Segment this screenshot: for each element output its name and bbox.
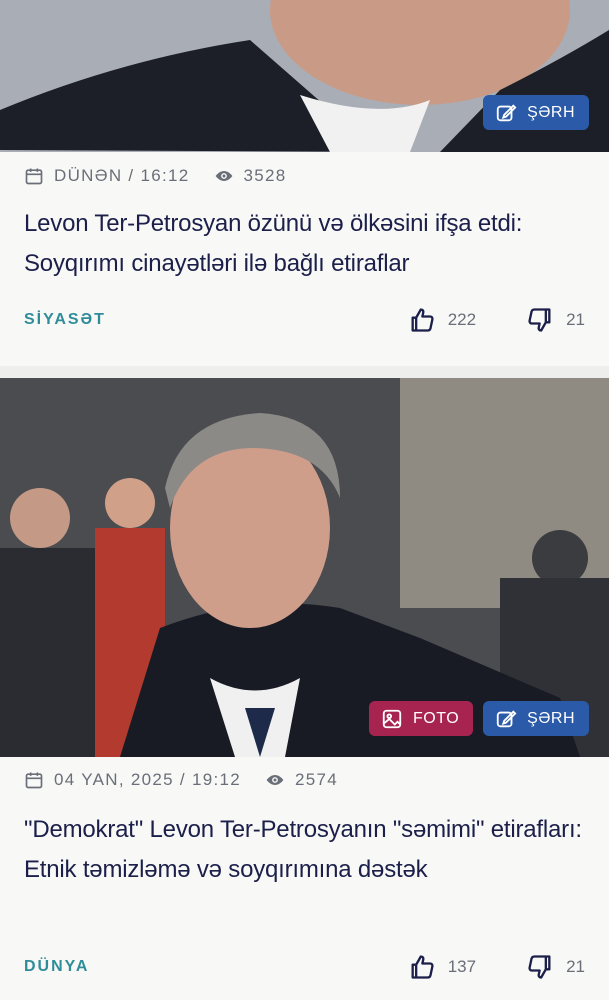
article-photo[interactable]: ŞƏRH: [0, 0, 609, 152]
article-date: DÜNƏN / 16:12: [54, 166, 190, 185]
comment-badge-label: ŞƏRH: [527, 103, 575, 121]
article-title[interactable]: Levon Ter-Petrosyan özünü və ölkəsini if…: [24, 204, 594, 284]
thumbs-down-icon: [528, 308, 551, 332]
article-meta: DÜNƏN / 16:12 3528: [24, 166, 287, 186]
article-views: 2574: [295, 770, 339, 789]
dislike-count: 21: [566, 310, 585, 329]
article-date: 04 YAN, 2025 / 19:12: [54, 770, 241, 789]
edit-square-icon: [497, 103, 517, 121]
like-count: 222: [447, 310, 477, 329]
thumbs-up-icon: [411, 308, 434, 332]
image-icon: [382, 709, 402, 728]
eye-icon: [266, 775, 284, 785]
like-button[interactable]: 222: [408, 306, 476, 334]
comment-badge[interactable]: ŞƏRH: [483, 701, 589, 736]
edit-square-icon: [497, 709, 517, 727]
dislike-button[interactable]: 21: [526, 953, 585, 981]
dislike-count: 21: [566, 957, 585, 976]
eye-icon: [215, 171, 232, 181]
article-meta: 04 YAN, 2025 / 19:12 2574: [24, 770, 338, 790]
comment-badge[interactable]: ŞƏRH: [483, 95, 589, 130]
article-photo[interactable]: FOTO ŞƏRH: [0, 378, 609, 757]
like-button[interactable]: 137: [408, 953, 476, 981]
article-views: 3528: [243, 166, 287, 185]
foto-badge-label: FOTO: [413, 709, 460, 727]
like-count: 137: [447, 957, 477, 976]
thumbs-down-icon: [528, 955, 551, 979]
article-category[interactable]: DÜNYA: [24, 958, 89, 976]
article-card[interactable]: FOTO ŞƏRH 04 YAN, 2025 / 19:12 2574 "Dem…: [0, 378, 609, 1000]
article-category[interactable]: SİYASƏT: [24, 311, 106, 329]
article-footer: DÜNYA 137 21: [24, 952, 585, 982]
calendar-icon: [25, 168, 43, 185]
thumbs-up-icon: [411, 955, 434, 979]
article-footer: SİYASƏT 222 21: [24, 305, 585, 335]
article-card[interactable]: ŞƏRH DÜNƏN / 16:12 3528 Levon Ter-Petros…: [0, 0, 609, 366]
article-title[interactable]: "Demokrat" Levon Ter-Petrosyanın "səmimi…: [24, 810, 594, 890]
foto-badge[interactable]: FOTO: [369, 701, 474, 736]
vote-group: 137 21: [408, 953, 585, 981]
dislike-button[interactable]: 21: [526, 306, 585, 334]
vote-group: 222 21: [408, 306, 585, 334]
calendar-icon: [25, 772, 43, 789]
comment-badge-label: ŞƏRH: [527, 709, 575, 727]
